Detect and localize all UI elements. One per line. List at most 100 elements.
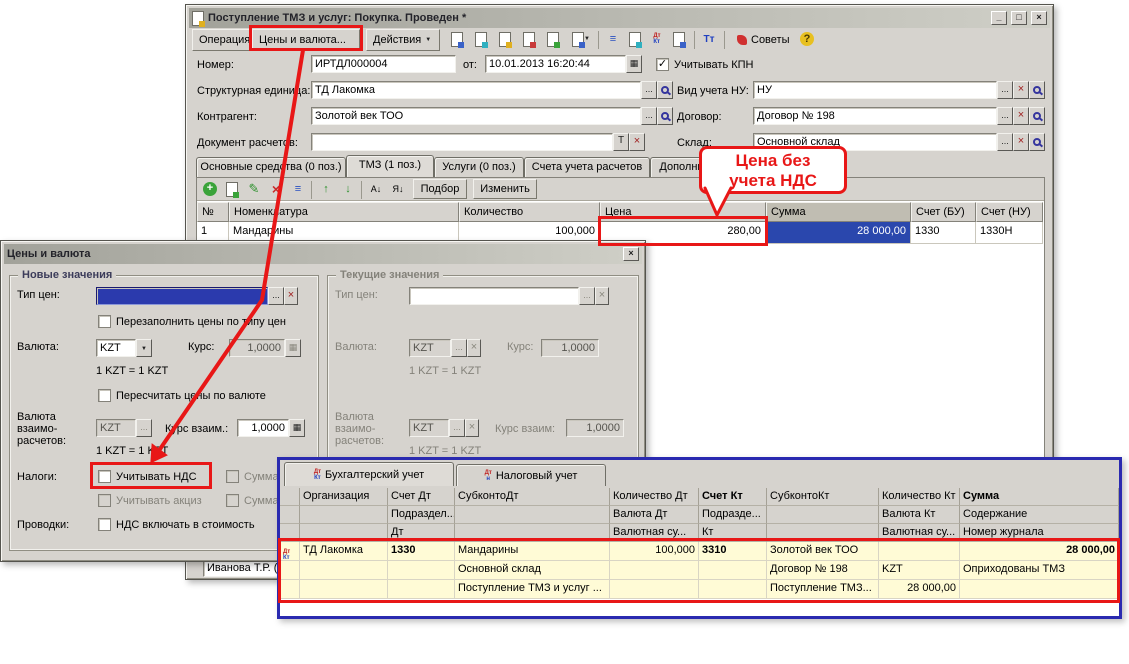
actions-menu-button[interactable]: Действия ▼ xyxy=(366,29,440,51)
cell-blank[interactable] xyxy=(699,561,767,580)
column-header-kt-account[interactable]: Счет Кт xyxy=(699,488,767,506)
copy-document-icon[interactable] xyxy=(520,30,538,48)
choose-button[interactable]: ... xyxy=(641,81,657,99)
recalc-prices-checkbox[interactable] xyxy=(98,389,111,402)
save-icon[interactable] xyxy=(544,30,562,48)
change-button[interactable]: Изменить xyxy=(473,179,537,199)
tab-fixed-assets[interactable]: Основные средства (0 поз.) xyxy=(196,157,346,177)
cell-kt-qty1[interactable] xyxy=(879,542,960,561)
dropdown-button[interactable]: ▼ xyxy=(136,339,152,357)
cell-blank[interactable] xyxy=(610,580,699,599)
mutual-rate-field[interactable]: 1,0000 xyxy=(237,419,289,437)
dialog-close-button[interactable]: × xyxy=(623,247,639,261)
cell-sum[interactable]: 28 000,00 xyxy=(766,222,911,244)
report-icon[interactable] xyxy=(670,30,688,48)
cell-kt-account[interactable]: 3310 xyxy=(699,542,767,561)
choose-button[interactable]: ... xyxy=(136,419,152,437)
table-row[interactable]: Основной склад Договор № 198 KZT Оприход… xyxy=(280,561,1119,580)
contract-field[interactable]: Договор № 198 xyxy=(753,107,997,125)
vat-checkbox[interactable] xyxy=(98,470,111,483)
operation-menu-button[interactable]: Операция ▼ xyxy=(192,29,254,51)
post-icon[interactable] xyxy=(448,30,466,48)
column-header-sum[interactable]: Сумма xyxy=(960,488,1119,506)
tab-settlement-accounts[interactable]: Счета учета расчетов xyxy=(524,157,650,177)
column-header-price[interactable]: Цена xyxy=(600,202,766,222)
cell-kt-subconto2[interactable]: Договор № 198 xyxy=(767,561,879,580)
sort-desc-button[interactable]: Я↓ xyxy=(389,180,407,198)
cell-kt-currency[interactable]: KZT xyxy=(879,561,960,580)
based-on-icon[interactable]: ▼ xyxy=(568,30,594,48)
tab-services[interactable]: Услуги (0 поз.) xyxy=(434,157,524,177)
cell-journal-number[interactable] xyxy=(960,580,1119,599)
refresh-icon[interactable] xyxy=(472,30,490,48)
tab-tmz[interactable]: ТМЗ (1 поз.) xyxy=(346,155,434,177)
column-header-nomenclature[interactable]: Номенклатура xyxy=(229,202,459,222)
open-button[interactable] xyxy=(657,81,673,99)
open-button[interactable] xyxy=(1029,107,1045,125)
minimize-button[interactable]: _ xyxy=(991,11,1007,25)
cell-kt-subconto1[interactable]: Золотой век ТОО xyxy=(767,542,879,561)
column-header-kt-subdivision[interactable]: Подразде... xyxy=(699,506,767,524)
settlement-doc-field[interactable] xyxy=(311,133,613,151)
tab-accounting[interactable]: ДтКт Бухгалтерский учет xyxy=(284,462,454,486)
dialog-title-bar[interactable]: Цены и валюта × xyxy=(4,244,642,264)
number-field[interactable]: ИРТДЛ000004 xyxy=(311,55,456,73)
add-row-button[interactable]: + xyxy=(201,180,219,198)
cell-dt-subconto1[interactable]: Мандарины xyxy=(455,542,610,561)
column-header-sum[interactable]: Сумма xyxy=(766,202,911,222)
column-header-kt-currency-sum[interactable]: Валютная су... xyxy=(879,524,960,542)
tab-tax[interactable]: Дтн Налоговый учет xyxy=(456,464,606,486)
price-type-field[interactable] xyxy=(96,287,268,305)
structural-unit-field[interactable]: ТД Лакомка xyxy=(311,81,641,99)
currency-combo[interactable]: KZT xyxy=(96,339,136,357)
tips-button[interactable]: Советы xyxy=(730,29,796,51)
pick-button[interactable]: Подбор xyxy=(413,179,467,199)
column-header-dt-qty[interactable]: Количество Дт xyxy=(610,488,699,506)
maximize-button[interactable]: □ xyxy=(1011,11,1027,25)
column-header-dt-subdivision2[interactable]: Дт xyxy=(388,524,455,542)
clear-button[interactable]: × xyxy=(284,287,298,305)
cell-blank[interactable] xyxy=(300,561,388,580)
edit-row-button[interactable]: ✎ xyxy=(245,180,263,198)
cell-dt-subconto2[interactable]: Основной склад xyxy=(455,561,610,580)
cell-blank[interactable] xyxy=(388,580,455,599)
cell-blank[interactable] xyxy=(610,561,699,580)
open-button[interactable] xyxy=(657,107,673,125)
cell-blank[interactable] xyxy=(300,580,388,599)
choose-button[interactable]: ... xyxy=(997,133,1013,151)
kpn-checkbox[interactable]: ✓ xyxy=(656,58,669,71)
cell-sum[interactable]: 28 000,00 xyxy=(960,542,1119,561)
clear-button[interactable]: × xyxy=(629,133,645,151)
table-row[interactable]: ДтКт ТД Лакомка 1330 Мандарины 100,000 3… xyxy=(280,542,1119,561)
cell-content[interactable]: Оприходованы ТМЗ xyxy=(960,561,1119,580)
structure-icon[interactable] xyxy=(626,30,644,48)
calculator-button[interactable]: ▦ xyxy=(285,339,301,357)
column-header-kt-qty[interactable]: Количество Кт xyxy=(879,488,960,506)
calculator-button[interactable]: ▦ xyxy=(289,419,305,437)
column-header-dt-currency-sum[interactable]: Валютная су... xyxy=(610,524,699,542)
list-settings-icon[interactable]: ≡ xyxy=(604,30,622,48)
vat-in-cost-checkbox[interactable] xyxy=(98,518,111,531)
type-button[interactable]: Т xyxy=(613,133,629,151)
open-button[interactable] xyxy=(1029,133,1045,151)
cell-organization[interactable]: ТД Лакомка xyxy=(300,542,388,561)
move-up-button[interactable]: ↑ xyxy=(317,180,335,198)
column-header-dt-subconto[interactable]: СубконтоДт xyxy=(455,488,610,506)
rate-field[interactable]: 1,0000 xyxy=(229,339,285,357)
cell-account-nu[interactable]: 1330Н xyxy=(976,222,1043,244)
nu-kind-field[interactable]: НУ xyxy=(753,81,997,99)
table-row[interactable]: Поступление ТМЗ и услуг ... Поступление … xyxy=(280,580,1119,599)
column-header-kt-subconto[interactable]: СубконтоКт xyxy=(767,488,879,506)
cell-dt-qty[interactable]: 100,000 xyxy=(610,542,699,561)
cell-blank[interactable] xyxy=(388,561,455,580)
title-bar[interactable]: Поступление ТМЗ и услуг: Покупка. Провед… xyxy=(189,8,1050,28)
cell-dt-subconto3[interactable]: Поступление ТМЗ и услуг ... xyxy=(455,580,610,599)
column-header-dt-currency[interactable]: Валюта Дт xyxy=(610,506,699,524)
column-header-content[interactable]: Содержание xyxy=(960,506,1119,524)
refill-prices-checkbox[interactable] xyxy=(98,315,111,328)
dt-kt-icon[interactable]: ДтКт xyxy=(648,30,666,48)
choose-button[interactable]: ... xyxy=(997,107,1013,125)
column-header-journal-number[interactable]: Номер журнала xyxy=(960,524,1119,542)
cell-account-bu[interactable]: 1330 xyxy=(911,222,976,244)
column-header-account-nu[interactable]: Счет (НУ) xyxy=(976,202,1043,222)
